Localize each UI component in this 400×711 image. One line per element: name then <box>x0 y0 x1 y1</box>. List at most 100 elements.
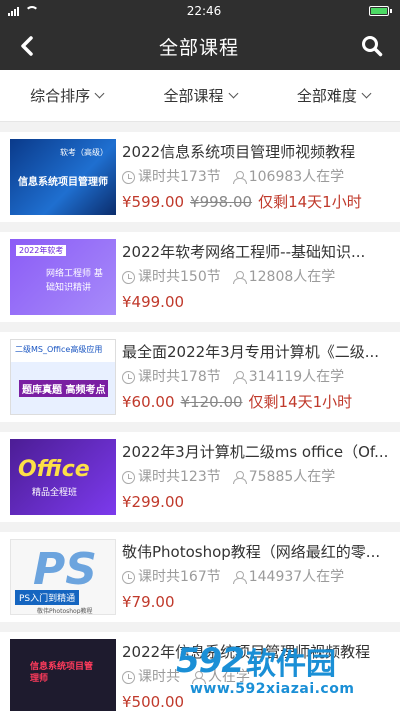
page-title: 全部课程 <box>158 36 239 59</box>
thumbnail-tag: 软考（高级） <box>60 148 108 157</box>
students: 106983人在学 <box>232 167 345 187</box>
filter-sort[interactable]: 综合排序 <box>30 85 105 106</box>
course-title: 敬伟Photoshop教程（网络最红的零... <box>122 543 381 561</box>
course-thumbnail: PS PS入门到精通 敬伟Photoshop教程 <box>10 539 116 615</box>
filter-difficulty-label: 全部难度 <box>296 87 357 105</box>
course-list: 软考（高级） 信息系统项目管理师 2022信息系统项目管理师视频教程 课时共17… <box>0 132 400 711</box>
course-title: 2022信息系统项目管理师视频教程 <box>122 143 356 161</box>
status-bar: 22:46 <box>0 0 400 22</box>
lessons-count: 课时共 <box>138 669 180 685</box>
price-row: ¥79.00 <box>122 592 390 612</box>
chevron-down-icon <box>94 88 105 99</box>
course-thumbnail: 2022年软考 网络工程师 基础知识精讲 <box>10 239 116 315</box>
clock-icon <box>122 370 135 384</box>
filter-category-label: 全部课程 <box>163 87 224 105</box>
course-thumbnail: 软考（高级） 信息系统项目管理师 <box>10 139 116 215</box>
clock-icon <box>122 170 135 184</box>
watermark-url: www.592xiazai.com <box>190 681 355 697</box>
lessons: 课时共167节 <box>122 567 221 587</box>
user-icon <box>232 170 247 184</box>
course-title: 2022年3月计算机二级ms office（Of... <box>122 443 389 461</box>
thumbnail-tag: 精品全程班 <box>32 488 78 498</box>
ps-logo: PS <box>33 544 97 595</box>
wifi-icon <box>25 6 39 16</box>
watermark-text: 软件园 <box>245 647 336 682</box>
students-count: 106983人在学 <box>248 169 345 185</box>
watermark: 592 软件园 www.592xiazai.com <box>176 639 394 709</box>
original-price: ¥120.00 <box>180 393 243 411</box>
thumbnail-tag: 二级MS_Office高级应用 <box>15 345 103 354</box>
course-title: 最全面2022年3月专用计算机《二级... <box>122 343 380 361</box>
original-price: ¥998.00 <box>190 193 253 211</box>
clock-icon <box>122 470 135 484</box>
course-item[interactable]: Office 精品全程班 2022年3月计算机二级ms office（Of...… <box>0 432 400 522</box>
course-info: 敬伟Photoshop教程（网络最红的零... 课时共167节 144937人在… <box>122 542 390 612</box>
clock-icon <box>122 570 135 584</box>
status-icons <box>8 6 39 16</box>
thumbnail-text: 信息系统项目管理师 <box>18 177 108 188</box>
filter-difficulty[interactable]: 全部难度 <box>296 85 372 106</box>
course-thumbnail: 二级MS_Office高级应用 题库真题 高频考点 <box>10 339 116 415</box>
clock-icon <box>122 270 135 284</box>
price-row: ¥299.00 <box>122 492 390 512</box>
signal-icon <box>8 6 19 16</box>
lessons: 课时共150节 <box>122 267 221 287</box>
lessons-count: 课时共123节 <box>138 469 221 485</box>
course-meta: 课时共123节 75885人在学 <box>122 467 390 487</box>
lessons: 课时共173节 <box>122 167 221 187</box>
course-price: ¥499.00 <box>122 293 185 311</box>
filter-category[interactable]: 全部课程 <box>163 85 238 106</box>
thumbnail-text: Office <box>18 457 90 482</box>
course-title: 2022年软考网络工程师--基础知识... <box>122 243 366 261</box>
thumbnail-text: 信息系统项目管理师 <box>30 662 94 684</box>
students-count: 12808人在学 <box>248 269 336 285</box>
chevron-down-icon <box>361 88 372 99</box>
thumbnail-text: 网络工程师 基础知识精讲 <box>46 269 103 293</box>
battery-icon <box>369 6 392 16</box>
course-info: 2022年3月计算机二级ms office（Of... 课时共123节 7588… <box>122 442 390 512</box>
countdown: 仅剩14天1小时 <box>258 193 362 211</box>
course-price: ¥299.00 <box>122 493 185 511</box>
chevron-down-icon <box>228 88 238 99</box>
course-item[interactable]: 二级MS_Office高级应用 题库真题 高频考点 最全面2022年3月专用计算… <box>0 332 400 422</box>
course-thumbnail: 信息系统项目管理师 <box>10 639 116 711</box>
filter-sort-label: 综合排序 <box>30 87 91 105</box>
students: 75885人在学 <box>232 467 335 487</box>
course-thumbnail: Office 精品全程班 <box>10 439 116 515</box>
lessons-count: 课时共150节 <box>138 269 221 285</box>
price-row: ¥60.00 ¥120.00 仅剩14天1小时 <box>122 392 390 412</box>
students: 314119人在学 <box>232 367 344 387</box>
lessons-count: 课时共178节 <box>138 369 221 385</box>
thumbnail-text: 题库真题 高频考点 <box>19 380 109 397</box>
countdown: 仅剩14天1小时 <box>248 393 353 411</box>
course-price: ¥79.00 <box>122 593 175 611</box>
filter-bar: 综合排序 全部课程 全部难度 <box>0 70 400 122</box>
status-time: 22:46 <box>186 4 222 18</box>
lessons-count: 课时共167节 <box>138 569 221 585</box>
lessons: 课时共123节 <box>122 467 221 487</box>
course-info: 最全面2022年3月专用计算机《二级... 课时共178节 314119人在学 … <box>122 342 390 412</box>
clock-icon <box>122 670 135 684</box>
course-price: ¥500.00 <box>122 693 185 711</box>
search-icon[interactable] <box>360 34 384 58</box>
course-price: ¥60.00 <box>122 393 175 411</box>
thumbnail-text: PS入门到精通 <box>15 590 80 605</box>
students-count: 144937人在学 <box>248 569 345 585</box>
user-icon <box>232 570 247 584</box>
course-meta: 课时共173节 106983人在学 <box>122 167 390 187</box>
watermark-number: 592 <box>176 641 245 681</box>
app-header: 全部课程 <box>0 22 400 70</box>
lessons: 课时共 <box>122 667 180 687</box>
back-icon[interactable] <box>16 35 38 57</box>
lessons-count: 课时共173节 <box>138 169 221 185</box>
students: 144937人在学 <box>232 567 345 587</box>
course-item[interactable]: PS PS入门到精通 敬伟Photoshop教程 敬伟Photoshop教程（网… <box>0 532 400 622</box>
user-icon <box>232 270 247 284</box>
price-row: ¥599.00 ¥998.00 仅剩14天1小时 <box>122 192 390 212</box>
course-info: 2022年软考网络工程师--基础知识... 课时共150节 12808人在学 ¥… <box>122 242 390 312</box>
course-item[interactable]: 软考（高级） 信息系统项目管理师 2022信息系统项目管理师视频教程 课时共17… <box>0 132 400 222</box>
course-item[interactable]: 2022年软考 网络工程师 基础知识精讲 2022年软考网络工程师--基础知识.… <box>0 232 400 322</box>
course-meta: 课时共178节 314119人在学 <box>122 367 390 387</box>
thumbnail-tag: 2022年软考 <box>16 245 67 256</box>
lessons: 课时共178节 <box>122 367 221 387</box>
